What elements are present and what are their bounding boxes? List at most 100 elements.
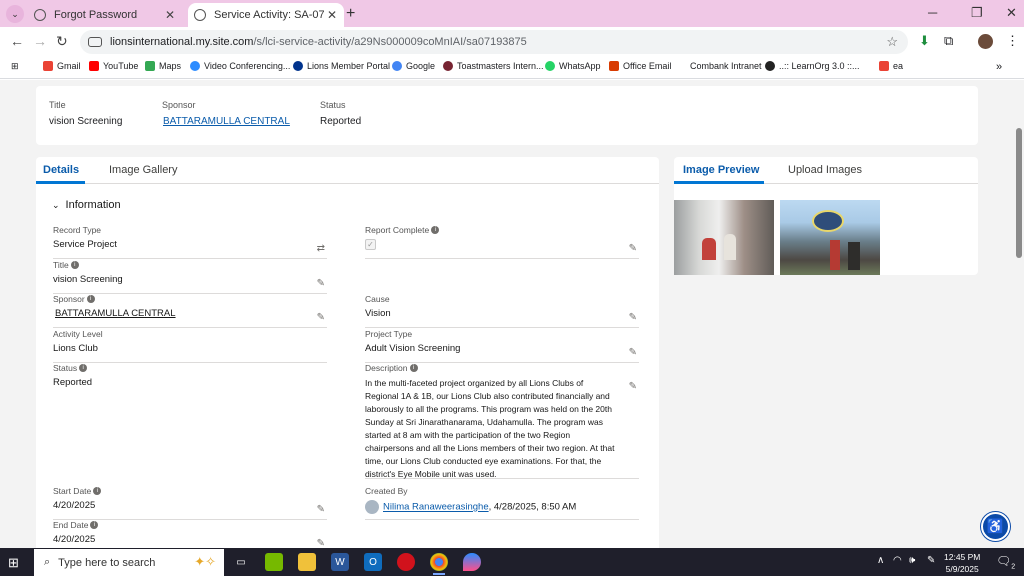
scrollbar-thumb[interactable] bbox=[1016, 128, 1022, 258]
drop-app-icon[interactable] bbox=[463, 553, 481, 571]
pen-icon[interactable]: ✎ bbox=[927, 555, 935, 566]
description-text: In the multi-faceted project organized b… bbox=[365, 378, 615, 479]
bookmark-star-icon[interactable]: ☆ bbox=[886, 34, 898, 50]
bookmark-learnorg[interactable]: ..:: LearnOrg 3.0 ::... bbox=[765, 61, 860, 71]
tab-image-preview[interactable]: Image Preview bbox=[683, 164, 759, 176]
field-label: Description i bbox=[365, 363, 639, 373]
tab-upload-images[interactable]: Upload Images bbox=[788, 164, 862, 176]
field-value: Lions Club bbox=[53, 343, 98, 354]
bookmark-toastmasters[interactable]: Toastmasters Intern... bbox=[443, 61, 544, 71]
forward-arrow-icon[interactable]: → bbox=[33, 33, 47, 49]
globe-icon bbox=[34, 9, 46, 21]
notification-icon[interactable]: 🗨2 bbox=[996, 554, 1015, 570]
bookmark-maps[interactable]: Maps bbox=[145, 61, 181, 71]
bookmark-whatsapp[interactable]: WhatsApp bbox=[545, 61, 601, 71]
info-icon[interactable]: i bbox=[431, 226, 440, 234]
pencil-edit-icon[interactable]: ✎ bbox=[629, 312, 637, 323]
reload-icon[interactable]: ↻ bbox=[56, 33, 68, 50]
info-icon[interactable]: i bbox=[70, 261, 79, 269]
new-tab-plus-icon[interactable]: + bbox=[346, 5, 355, 23]
chrome-icon[interactable] bbox=[430, 553, 448, 575]
system-clock[interactable]: 12:45 PM 5/9/2025 bbox=[944, 551, 980, 575]
created-by-user-link[interactable]: Nilima Ranaweerasinghe bbox=[383, 502, 489, 513]
search-icon: ⌕ bbox=[44, 556, 51, 568]
pencil-edit-icon[interactable]: ✎ bbox=[317, 312, 325, 323]
bookmark-video-conferencing[interactable]: Video Conferencing... bbox=[190, 61, 290, 71]
more-bookmarks-chevron-icon[interactable]: » bbox=[996, 61, 1002, 73]
info-icon[interactable]: i bbox=[86, 295, 95, 303]
info-icon[interactable]: i bbox=[409, 364, 418, 372]
bookmark-office-email[interactable]: Office Email bbox=[609, 61, 671, 71]
close-tab-icon[interactable]: ✕ bbox=[162, 8, 178, 22]
menu-kebab-icon[interactable]: ⋮ bbox=[1006, 33, 1019, 49]
pencil-edit-icon[interactable]: ✎ bbox=[629, 347, 637, 358]
info-icon[interactable]: i bbox=[93, 487, 102, 495]
tab-details[interactable]: Details bbox=[43, 164, 79, 176]
pencil-edit-icon[interactable]: ✎ bbox=[317, 278, 325, 289]
wifi-icon[interactable]: ◠ bbox=[893, 555, 902, 566]
pencil-edit-icon[interactable]: ✎ bbox=[317, 538, 325, 548]
clock-date: 5/9/2025 bbox=[945, 564, 979, 574]
browser-tab-service-activity[interactable]: Service Activity: SA-07193875 ✕ bbox=[188, 3, 344, 27]
bookmark-youtube[interactable]: YouTube bbox=[89, 61, 138, 71]
report-complete-checkbox[interactable]: ✓ bbox=[365, 239, 376, 250]
bookmark-ea[interactable]: ea bbox=[879, 61, 903, 71]
highlight-title: Title vision Screening bbox=[49, 100, 122, 127]
tab-title: Service Activity: SA-07193875 bbox=[214, 9, 324, 21]
tab-search-chevron-icon[interactable]: ⌄ bbox=[6, 5, 24, 23]
details-card: Details Image Gallery ⌄ Information Reco… bbox=[36, 157, 659, 548]
info-icon[interactable]: i bbox=[79, 364, 88, 372]
bookmark-combank-intranet[interactable]: Combank Intranet bbox=[690, 61, 762, 71]
detail-tabs: Details Image Gallery bbox=[36, 157, 659, 184]
tray-chevron-up-icon[interactable]: ∧ bbox=[877, 555, 884, 566]
field-start-date: Start Date i 4/20/2025 ✎ bbox=[53, 486, 327, 520]
restore-icon[interactable]: ❐ bbox=[971, 5, 983, 21]
file-explorer-icon[interactable] bbox=[298, 553, 316, 571]
field-label: Title i bbox=[53, 260, 327, 270]
field-value: Reported bbox=[53, 377, 93, 388]
opera-icon[interactable] bbox=[397, 553, 415, 571]
field-label: Sponsor i bbox=[53, 294, 327, 304]
bookmark-lions-member-portal[interactable]: Lions Member Portal bbox=[293, 61, 390, 71]
browser-tab-forgot-password[interactable]: Forgot Password ✕ bbox=[28, 3, 182, 27]
pencil-edit-icon[interactable]: ✎ bbox=[629, 243, 637, 254]
field-cause: Cause Vision ✎ bbox=[365, 294, 639, 328]
apps-grid-icon[interactable]: ⊞ bbox=[11, 61, 19, 72]
task-view-icon[interactable]: ▭ bbox=[232, 553, 250, 571]
windows-start-icon[interactable]: ⊞ bbox=[8, 555, 19, 571]
minimize-icon[interactable]: ─ bbox=[928, 5, 937, 20]
tab-image-gallery[interactable]: Image Gallery bbox=[109, 164, 177, 176]
active-tab-indicator bbox=[36, 181, 85, 184]
profile-avatar-icon[interactable] bbox=[978, 34, 993, 49]
close-tab-icon[interactable]: ✕ bbox=[324, 8, 340, 22]
bookmark-gmail[interactable]: Gmail bbox=[43, 61, 81, 71]
extensions-puzzle-icon[interactable]: ⧉ bbox=[944, 33, 953, 49]
information-section-toggle[interactable]: ⌄ Information bbox=[52, 199, 121, 211]
taskbar-search-box[interactable]: ⌕ Type here to search ✦✧ bbox=[34, 549, 224, 576]
pencil-edit-icon[interactable]: ✎ bbox=[629, 381, 637, 392]
download-icon[interactable]: ⬇ bbox=[919, 33, 930, 49]
globe-icon bbox=[194, 9, 206, 21]
sponsor-link[interactable]: BATTARAMULLA CENTRAL bbox=[55, 308, 327, 319]
change-record-type-icon[interactable]: ⇄ bbox=[317, 243, 325, 254]
image-thumbnail[interactable] bbox=[780, 200, 880, 275]
info-icon[interactable]: i bbox=[90, 521, 99, 529]
window-close-icon[interactable]: ✕ bbox=[1006, 5, 1017, 21]
bookmark-google[interactable]: Google bbox=[392, 61, 435, 71]
sponsor-link[interactable]: BATTARAMULLA CENTRAL bbox=[163, 116, 290, 127]
accessibility-icon[interactable]: ♿ bbox=[981, 512, 1010, 541]
pencil-edit-icon[interactable]: ✎ bbox=[317, 504, 325, 515]
field-label: Record Type bbox=[53, 225, 102, 235]
field-label: Project Type bbox=[365, 329, 413, 339]
browser-toolbar: ← → ↻ lionsinternational.my.site.com/s/l… bbox=[0, 27, 1024, 57]
image-thumbnail[interactable] bbox=[674, 200, 774, 275]
word-icon[interactable]: W bbox=[331, 553, 349, 571]
address-bar[interactable]: lionsinternational.my.site.com/s/lci-ser… bbox=[80, 30, 908, 54]
page-scrollbar[interactable] bbox=[1014, 80, 1024, 548]
nvidia-app-icon[interactable] bbox=[265, 553, 283, 571]
outlook-icon[interactable]: O bbox=[364, 553, 382, 571]
back-arrow-icon[interactable]: ← bbox=[10, 33, 24, 49]
bookmarks-bar: ⊞ Gmail YouTube Maps Video Conferencing.… bbox=[0, 57, 1024, 79]
site-info-icon[interactable] bbox=[88, 37, 102, 47]
volume-icon[interactable]: 🕪 bbox=[909, 555, 915, 566]
